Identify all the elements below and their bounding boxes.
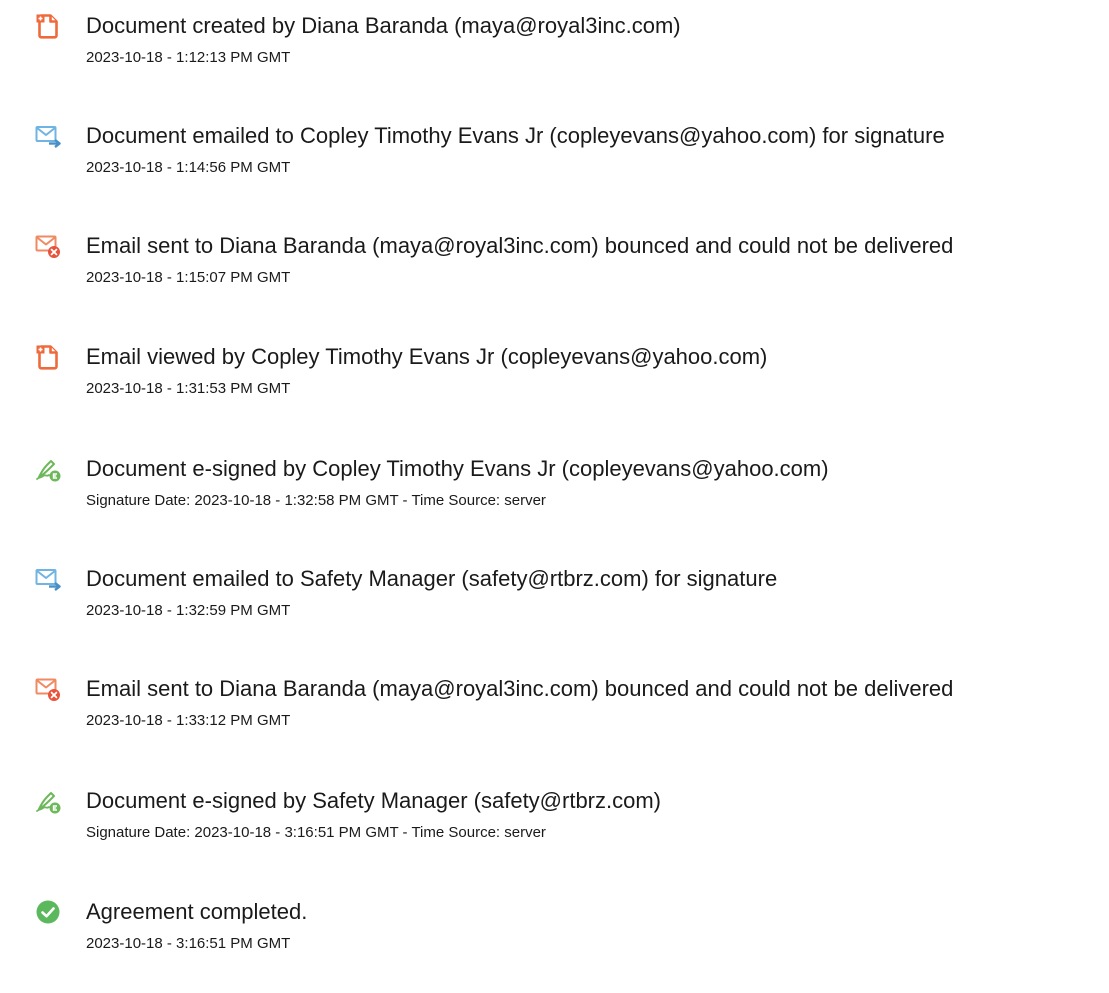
event-timestamp: 2023-10-18 - 1:12:13 PM GMT (86, 49, 291, 66)
event-description: Email viewed by Copley Timothy Evans Jr … (86, 344, 768, 369)
email-sent-icon (35, 123, 61, 149)
email-sent-icon (35, 566, 61, 592)
audit-entry: Agreement completed. 2023-10-18 - 3:16:5… (0, 898, 1109, 978)
audit-entry: Email sent to Diana Baranda (maya@royal3… (0, 232, 1109, 312)
event-description: Document e-signed by Copley Timothy Evan… (86, 456, 829, 481)
audit-entry: Document e-signed by Copley Timothy Evan… (0, 455, 1109, 535)
audit-entry: Document created by Diana Baranda (maya@… (0, 12, 1109, 92)
event-description: Document e-signed by Safety Manager (saf… (86, 788, 662, 813)
event-timestamp: Signature Date: 2023-10-18 - 1:32:58 PM … (86, 492, 546, 509)
event-description: Document emailed to Copley Timothy Evans… (86, 123, 945, 148)
event-timestamp: 2023-10-18 - 1:32:59 PM GMT (86, 602, 291, 619)
event-timestamp: Signature Date: 2023-10-18 - 3:16:51 PM … (86, 824, 546, 841)
event-description: Document created by Diana Baranda (maya@… (86, 13, 681, 38)
e-signed-icon (35, 456, 61, 482)
event-timestamp: 2023-10-18 - 3:16:51 PM GMT (86, 935, 291, 952)
event-timestamp: 2023-10-18 - 1:15:07 PM GMT (86, 269, 291, 286)
email-bounced-icon (35, 676, 61, 702)
agreement-completed-icon (35, 899, 61, 925)
e-signed-icon (35, 788, 61, 814)
email-bounced-icon (35, 233, 61, 259)
event-description: Email sent to Diana Baranda (maya@royal3… (86, 676, 954, 701)
audit-entry: Document emailed to Copley Timothy Evans… (0, 122, 1109, 202)
event-timestamp: 2023-10-18 - 1:14:56 PM GMT (86, 159, 291, 176)
audit-entry: Email viewed by Copley Timothy Evans Jr … (0, 343, 1109, 423)
event-description: Email sent to Diana Baranda (maya@royal3… (86, 233, 954, 258)
document-created-icon (35, 13, 61, 39)
document-viewed-icon (35, 344, 61, 370)
audit-entry: Email sent to Diana Baranda (maya@royal3… (0, 675, 1109, 755)
audit-trail: Document created by Diana Baranda (maya@… (0, 0, 1109, 993)
event-timestamp: 2023-10-18 - 1:31:53 PM GMT (86, 380, 291, 397)
audit-entry: Document e-signed by Safety Manager (saf… (0, 787, 1109, 867)
event-description: Document emailed to Safety Manager (safe… (86, 566, 778, 591)
audit-entry: Document emailed to Safety Manager (safe… (0, 565, 1109, 645)
event-timestamp: 2023-10-18 - 1:33:12 PM GMT (86, 712, 291, 729)
event-description: Agreement completed. (86, 899, 308, 924)
